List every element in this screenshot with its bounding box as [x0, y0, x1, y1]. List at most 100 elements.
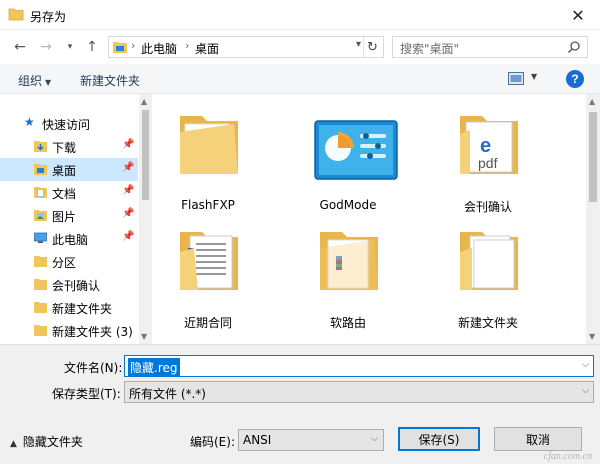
encoding-label: 编码(E):: [190, 435, 235, 449]
file-item-godmode[interactable]: GodMode: [292, 94, 404, 212]
file-name: 新建文件夹: [457, 316, 518, 330]
sidebar-item-label: 图片: [52, 210, 77, 224]
folder-icon: [34, 325, 47, 336]
search-input[interactable]: 搜索"桌面": [392, 36, 588, 58]
chevron-down-icon: ⌵: [582, 386, 589, 396]
address-bar[interactable]: › 此电脑 › 桌面 ▾ ↻: [108, 36, 384, 58]
sidebar-item-downloads[interactable]: 下载 📌: [0, 135, 138, 158]
pin-icon: 📌: [122, 185, 135, 196]
refresh-icon: ↻: [367, 39, 378, 55]
sidebar-item-label: 桌面: [52, 164, 77, 178]
file-item-contracts[interactable]: 近期合同: [152, 210, 264, 330]
encoding-value: ANSI: [243, 433, 272, 447]
navigation-pane: ★ 快速访问 下载 📌 桌面 📌 文档 📌 图片 📌 此电脑 📌 分区 会刊确认…: [0, 94, 152, 344]
scroll-down-icon[interactable]: ▼: [141, 332, 147, 341]
save-dialog-icon: [8, 8, 24, 21]
help-button[interactable]: ?: [566, 70, 584, 88]
sidebar-item-new-folder[interactable]: 新建文件夹: [0, 296, 138, 319]
sidebar-item-label: 快速访问: [42, 118, 91, 132]
sidebar-item-label: 新建文件夹: [52, 302, 113, 316]
new-folder-button[interactable]: 新建文件夹: [80, 72, 140, 89]
sidebar-item-partition[interactable]: 分区: [0, 250, 138, 273]
control-panel-icon: [314, 120, 398, 180]
desktop-folder-icon: [34, 164, 47, 175]
scroll-thumb[interactable]: [142, 110, 149, 200]
sidebar-item-confirm[interactable]: 会刊确认: [0, 273, 138, 296]
pin-icon: 📌: [122, 162, 135, 173]
close-button[interactable]: ✕: [556, 0, 600, 30]
scroll-up-icon[interactable]: ▲: [589, 97, 595, 106]
chevron-right-icon: ›: [185, 39, 190, 52]
save-form: 文件名(N): 隐藏.reg ⌵ 保存类型(T): 所有文件 (*.*) ⌵ ▲…: [0, 344, 600, 464]
help-icon: ?: [571, 72, 579, 86]
sidebar-item-this-pc[interactable]: 此电脑 📌: [0, 227, 138, 250]
file-name: 软路由: [329, 316, 366, 330]
star-icon: ★: [24, 115, 35, 129]
filetype-select[interactable]: 所有文件 (*.*) ⌵: [124, 381, 594, 403]
scroll-up-icon[interactable]: ▲: [141, 97, 147, 106]
cancel-button[interactable]: 取消: [494, 427, 582, 451]
documents-folder-icon: [180, 232, 238, 290]
sidebar-item-new-folder-3[interactable]: 新建文件夹 (3): [0, 319, 138, 342]
command-toolbar: 组织 ▼ 新建文件夹 ▼ ?: [0, 64, 600, 94]
address-history-button[interactable]: ▾: [356, 39, 361, 50]
chevron-down-icon[interactable]: ⌵: [582, 360, 589, 370]
sidebar-item-pictures[interactable]: 图片 📌: [0, 204, 138, 227]
back-button[interactable]: ←: [10, 37, 30, 57]
file-item-confirm[interactable]: e pdf 会刊确认: [432, 94, 544, 214]
forward-button[interactable]: →: [36, 37, 56, 57]
navigation-scrollbar[interactable]: ▲ ▼: [139, 94, 152, 344]
pin-icon: 📌: [122, 231, 135, 242]
sidebar-item-desktop[interactable]: 桌面 📌: [0, 158, 138, 181]
file-list-scrollbar[interactable]: ▲ ▼: [586, 94, 600, 344]
file-list: FlashFXP GodMode e pdf 会刊确认 近期合同 软路由 新建文…: [152, 94, 586, 344]
search-icon: [567, 41, 580, 54]
sidebar-item-label: 文档: [52, 187, 77, 201]
scroll-thumb[interactable]: [589, 112, 597, 202]
encoding-select[interactable]: ANSI ⌵: [238, 429, 384, 451]
sidebar-item-label: 下载: [52, 141, 77, 155]
sidebar-item-label: 会刊确认: [52, 279, 101, 293]
chevron-down-icon: ▼: [45, 78, 52, 87]
filetype-label: 保存类型(T):: [52, 387, 121, 401]
folder-icon: [34, 302, 47, 313]
file-item-soft-router[interactable]: 软路由: [292, 210, 404, 330]
pdf-folder-icon: e pdf: [460, 116, 518, 174]
organize-menu[interactable]: 组织 ▼: [18, 72, 51, 89]
arrow-up-icon: ↑: [86, 39, 98, 55]
desktop-folder-icon: [113, 42, 127, 53]
chevron-down-icon: ▾: [67, 42, 73, 52]
up-button[interactable]: ↑: [82, 37, 102, 57]
this-pc-icon: [34, 232, 47, 243]
svg-text:pdf: pdf: [478, 155, 498, 171]
file-name: 近期合同: [183, 316, 232, 330]
filename-field[interactable]: 隐藏.reg ⌵: [124, 355, 594, 377]
archive-folder-icon: [320, 232, 378, 290]
pin-icon: 📌: [122, 208, 135, 219]
scroll-down-icon[interactable]: ▼: [589, 332, 595, 341]
recent-locations-button[interactable]: ▾: [60, 37, 80, 57]
pin-icon: 📌: [122, 139, 135, 150]
folder-icon: [34, 279, 47, 290]
sidebar-item-quick-access[interactable]: ★ 快速访问: [0, 112, 138, 135]
chevron-down-icon: ⌵: [371, 434, 378, 444]
navigation-row: ← → ▾ ↑ › 此电脑 › 桌面 ▾ ↻ 搜索"桌面": [0, 30, 600, 64]
filename-label: 文件名(N):: [64, 361, 123, 375]
documents-folder-icon: [34, 187, 47, 198]
view-menu-button[interactable]: ▼: [531, 72, 537, 81]
sidebar-item-label: 新建文件夹 (3): [52, 325, 133, 339]
search-placeholder: 搜索"桌面": [400, 42, 460, 56]
breadcrumb-desktop[interactable]: 桌面: [195, 40, 219, 57]
filename-value: 隐藏.reg: [128, 358, 180, 377]
save-button[interactable]: 保存(S): [398, 427, 480, 451]
view-options-icon[interactable]: [508, 72, 524, 85]
file-item-flashfxp[interactable]: FlashFXP: [152, 94, 264, 212]
sidebar-item-documents[interactable]: 文档 📌: [0, 181, 138, 204]
refresh-button[interactable]: ↻: [363, 37, 381, 57]
file-item-new-folder[interactable]: 新建文件夹: [432, 210, 544, 330]
organize-label: 组织: [18, 74, 43, 88]
breadcrumb-this-pc[interactable]: 此电脑: [141, 40, 177, 57]
title-bar: 另存为 ✕: [0, 0, 600, 30]
sidebar-item-label: 分区: [52, 256, 77, 270]
hide-folders-toggle[interactable]: ▲ 隐藏文件夹: [10, 433, 83, 450]
